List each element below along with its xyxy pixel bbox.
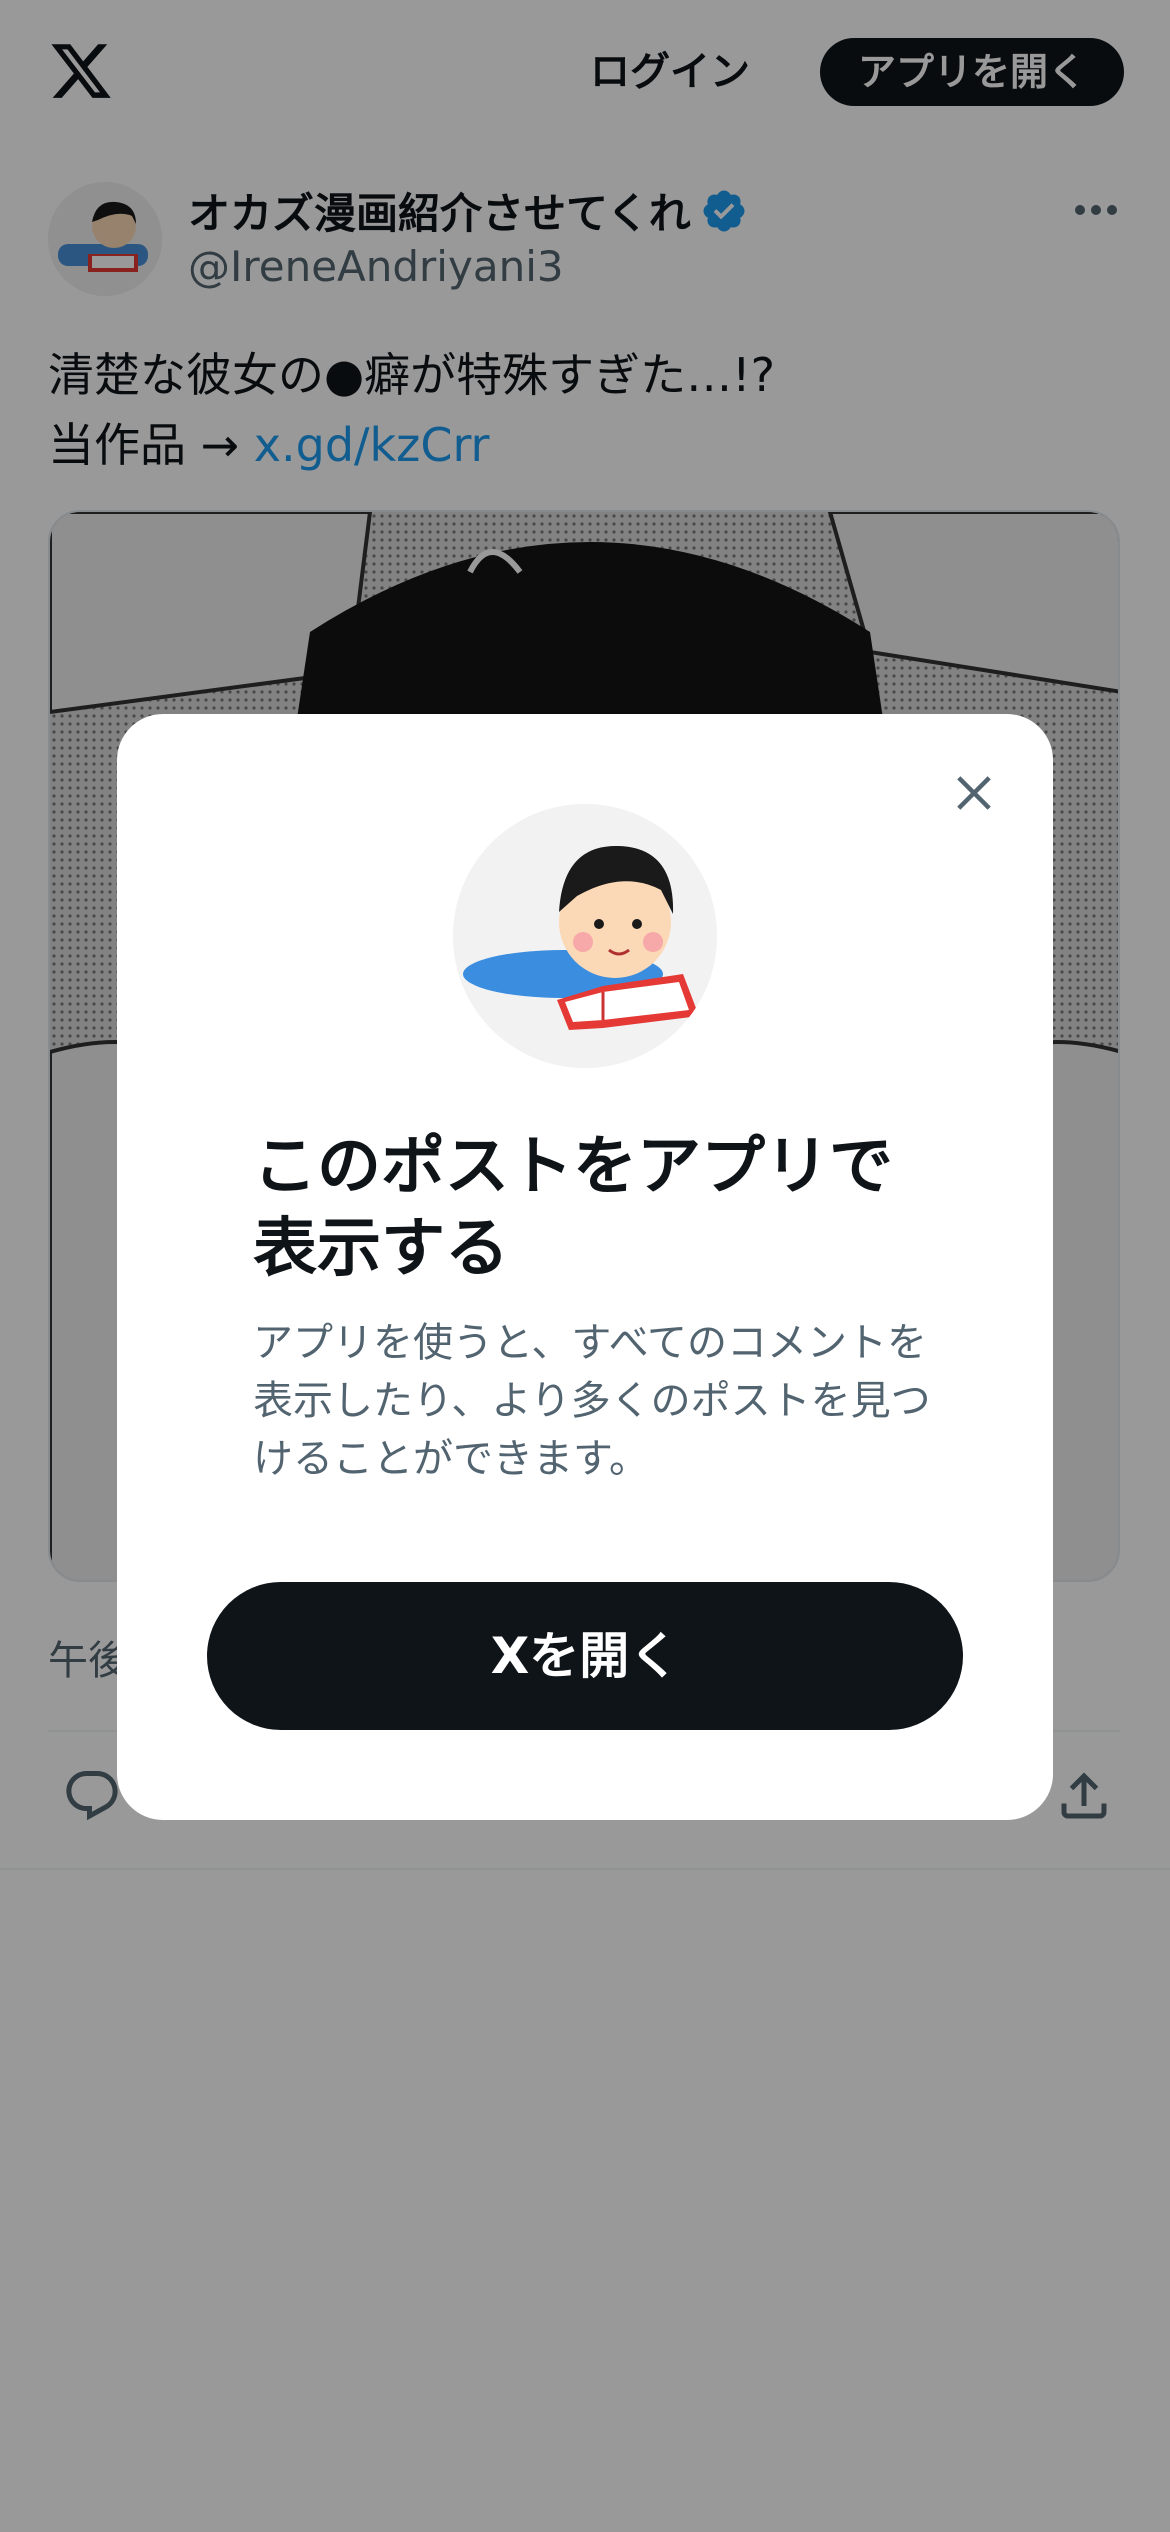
open-x-button[interactable]: Xを開く	[207, 1582, 963, 1730]
dialog-title: このポストをアプリで表示する	[253, 1130, 893, 1286]
close-icon[interactable]	[947, 766, 1001, 820]
open-in-app-dialog: このポストをアプリで表示する アプリを使うと、すべてのコメントを表示したり、より…	[117, 714, 1053, 1820]
author-avatar-large	[453, 804, 717, 1068]
dialog-description: アプリを使うと、すべてのコメントを表示したり、より多くのポストを見つけることがで…	[253, 1320, 931, 1482]
